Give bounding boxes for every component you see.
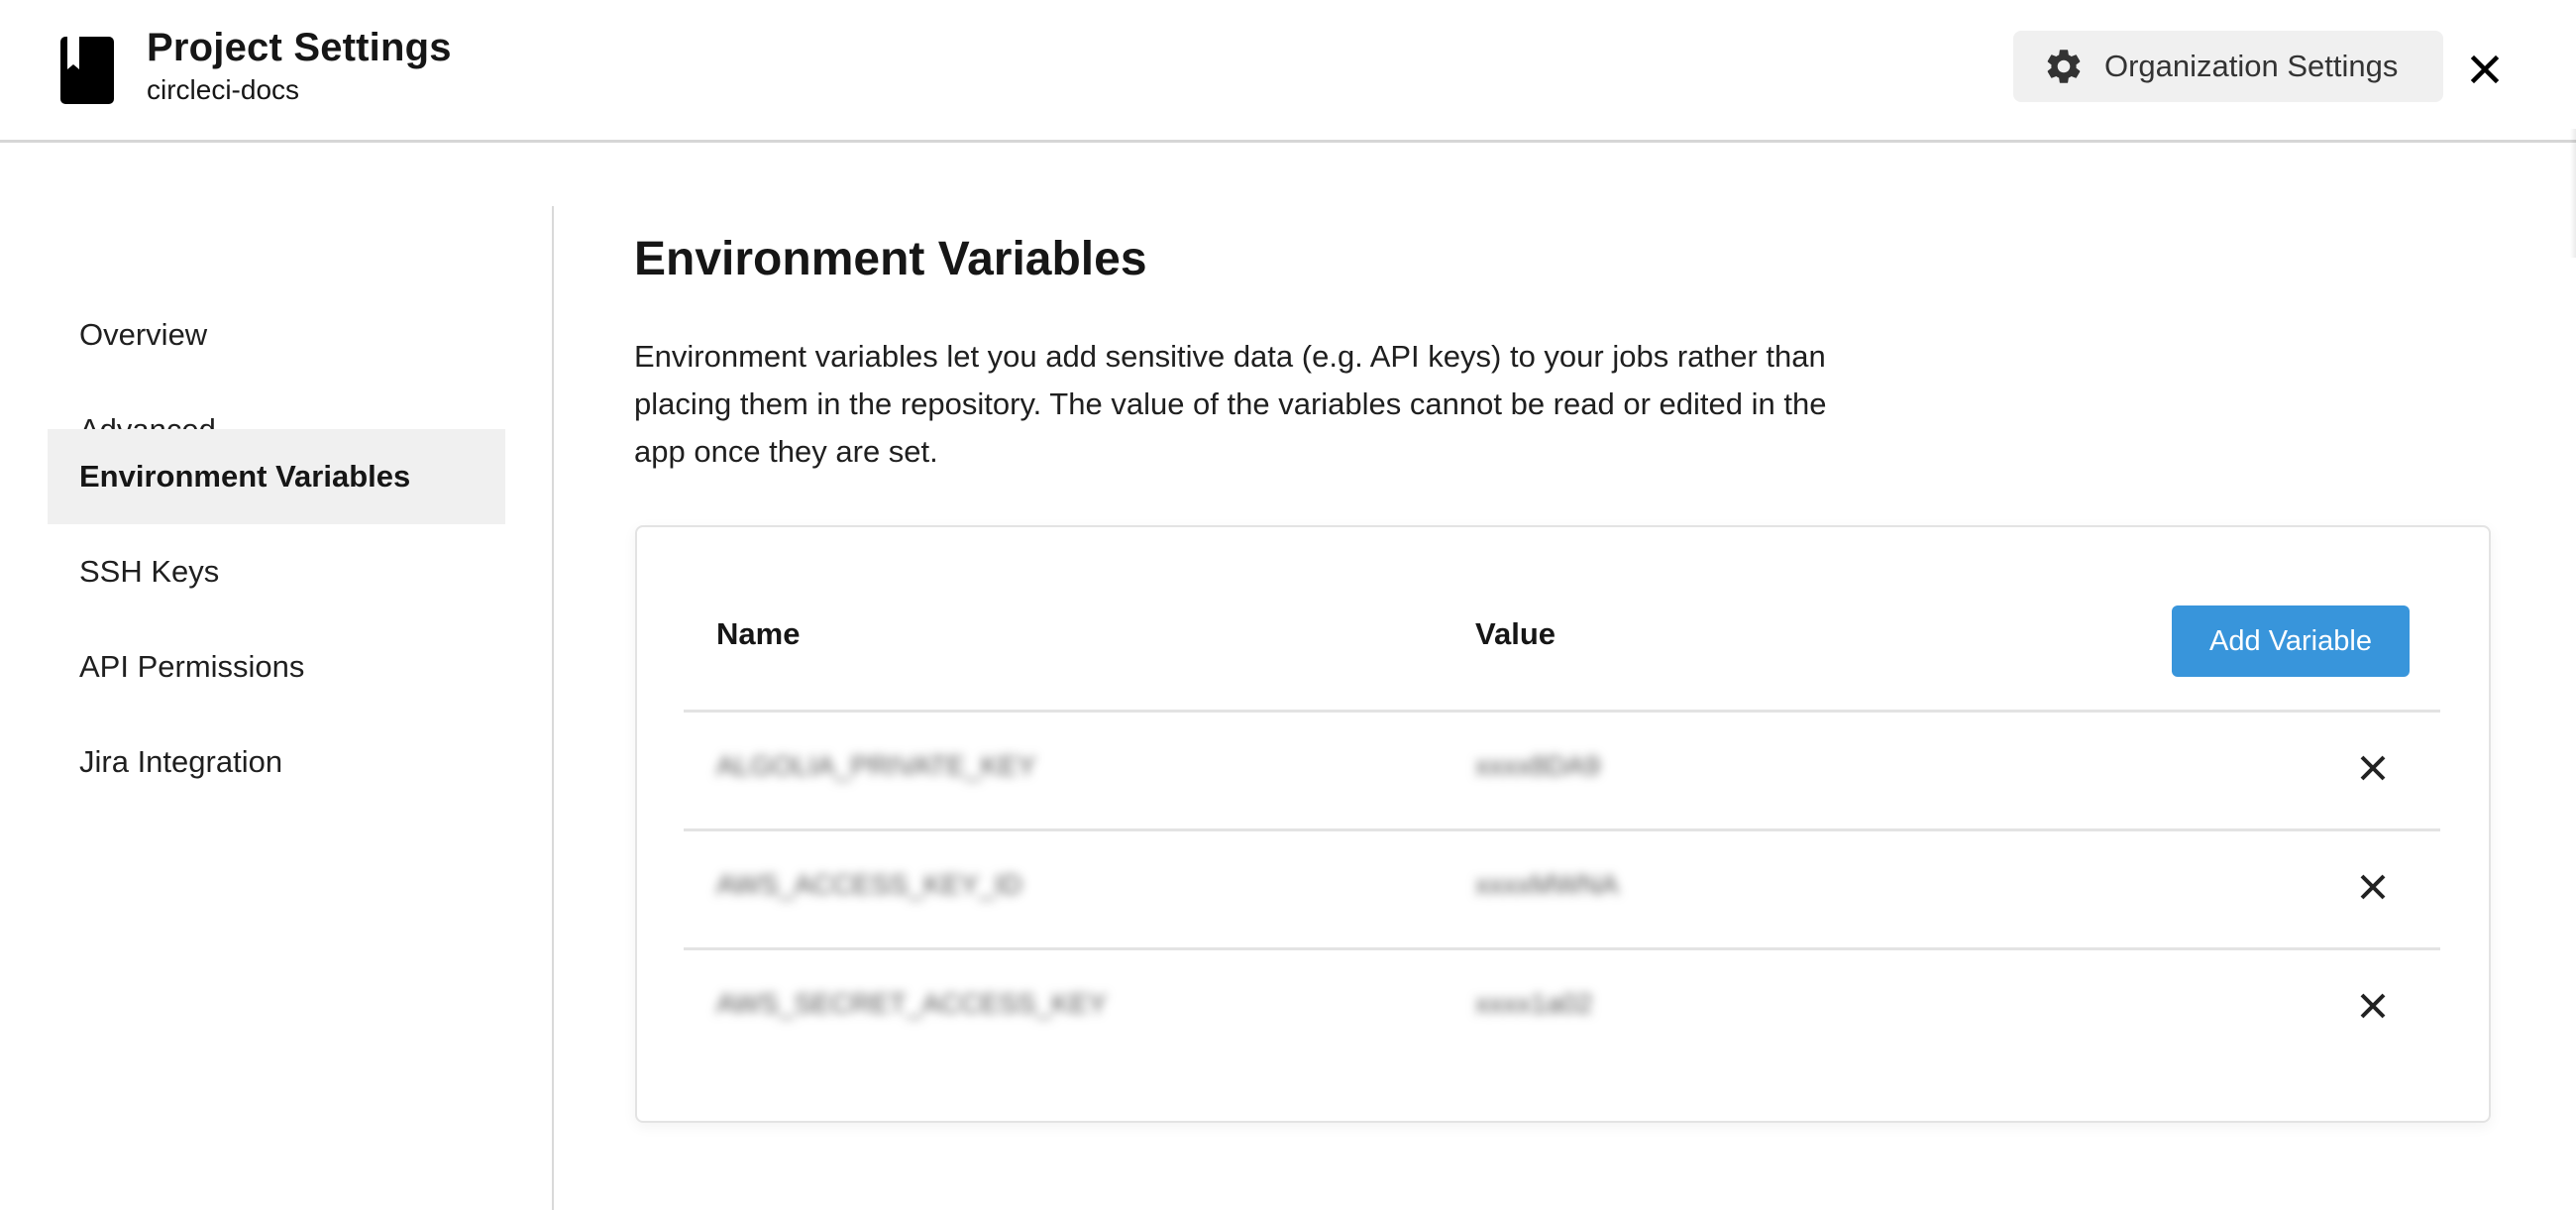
row-divider bbox=[684, 947, 2440, 950]
row-divider bbox=[684, 710, 2440, 713]
column-header-name: Name bbox=[716, 616, 801, 651]
delete-variable-close-icon[interactable] bbox=[2356, 870, 2390, 904]
sidebar-item-label: SSH Keys bbox=[79, 554, 220, 589]
add-variable-button[interactable]: Add Variable bbox=[2172, 605, 2410, 677]
project-name: circleci-docs bbox=[147, 74, 300, 105]
sidebar-item-api-permissions[interactable]: API Permissions bbox=[48, 619, 505, 715]
organization-settings-label: Organization Settings bbox=[2104, 49, 2399, 83]
bookmark-book-icon bbox=[60, 37, 114, 104]
organization-settings-button[interactable]: Organization Settings bbox=[2013, 31, 2443, 102]
sidebar-item-label: Jira Integration bbox=[79, 744, 283, 779]
close-icon[interactable] bbox=[2465, 50, 2505, 89]
variable-value: xxxx8DA9 bbox=[1475, 750, 1601, 781]
sidebar-item-label: API Permissions bbox=[79, 649, 305, 684]
sidebar-item-environment-variables[interactable]: Environment Variables bbox=[48, 429, 505, 524]
edge-shadow bbox=[2570, 129, 2576, 258]
variable-value: xxxxMWNA bbox=[1475, 869, 1619, 900]
variable-name: AWS_ACCESS_KEY_ID bbox=[716, 869, 1022, 900]
sidebar-item-jira-integration[interactable]: Jira Integration bbox=[48, 715, 505, 810]
sidebar-item-label: Environment Variables bbox=[79, 459, 411, 494]
section-description: Environment variables let you add sensit… bbox=[634, 339, 1827, 469]
delete-variable-close-icon[interactable] bbox=[2356, 989, 2390, 1023]
sidebar-item-ssh-keys[interactable]: SSH Keys bbox=[48, 524, 505, 619]
settings-sidebar: Overview Advanced Environment Variables … bbox=[0, 145, 555, 1210]
page-title: Project Settings bbox=[147, 26, 452, 69]
gear-icon bbox=[2047, 50, 2081, 83]
sidebar-item-overview[interactable]: Overview bbox=[48, 287, 505, 383]
section-title: Environment Variables bbox=[634, 233, 1147, 285]
page-header: Project Settings circleci-docs Organizat… bbox=[0, 0, 2576, 143]
column-header-value: Value bbox=[1475, 616, 1556, 651]
sidebar-divider bbox=[552, 206, 554, 1210]
variable-value: xxxx1a02 bbox=[1475, 988, 1593, 1019]
row-divider bbox=[684, 828, 2440, 831]
variable-name: AWS_SECRET_ACCESS_KEY bbox=[716, 988, 1108, 1019]
sidebar-item-label: Overview bbox=[79, 317, 208, 352]
variable-name: ALGOLIA_PRIVATE_KEY bbox=[716, 750, 1036, 781]
delete-variable-close-icon[interactable] bbox=[2356, 751, 2390, 785]
